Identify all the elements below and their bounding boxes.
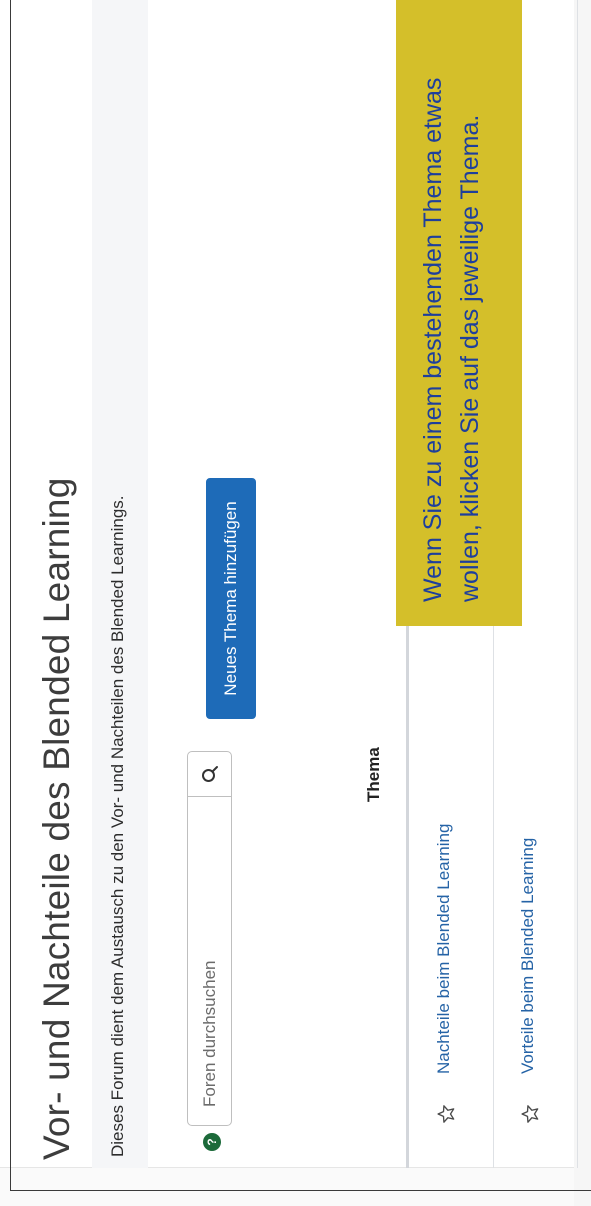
search-button[interactable] [188,752,231,797]
add-new-topic-button[interactable]: Neues Thema hinzufügen [206,478,256,719]
instruction-callout: Wenn Sie zu einem bestehenden Thema etwa… [396,0,522,626]
page-title: Vor- und Nachteile des Blended Learning [36,477,77,1161]
search-icon [201,766,218,782]
forum-description: Dieses Forum dient dem Austausch zu den … [108,495,127,1157]
column-header-topic: Thema [364,747,383,802]
search-box [187,751,232,1126]
star-icon[interactable] [436,1104,456,1124]
callout-line-2: wollen, klicken Sie auf das jeweilige Th… [456,114,484,602]
row-divider [577,0,578,1168]
star-icon[interactable] [520,1104,540,1124]
help-icon[interactable]: ? [203,1133,221,1151]
forum-page: Vor- und Nachteile des Blended Learning … [0,0,591,1206]
topic-link[interactable]: Nachteile beim Blended Learning [434,824,454,1074]
footer-band [0,1167,591,1206]
topic-link[interactable]: Vorteile beim Blended Learning [518,838,538,1074]
header-divider [406,578,409,1168]
callout-line-1: Wenn Sie zu einem bestehenden Thema etwa… [419,77,447,602]
search-input[interactable] [188,817,231,1107]
